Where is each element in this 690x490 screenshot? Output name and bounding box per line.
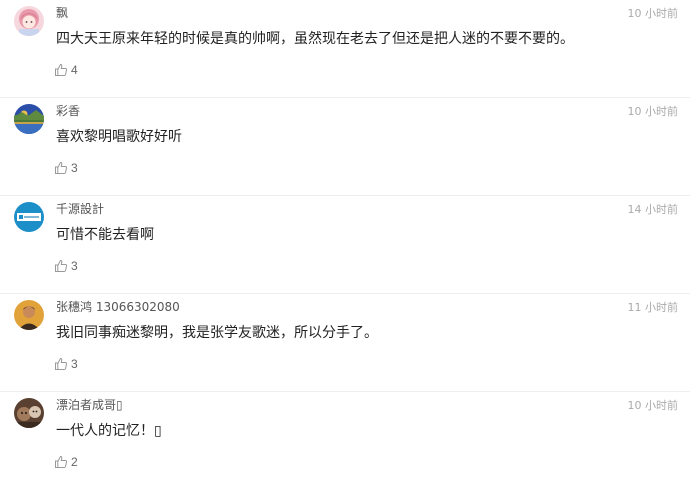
like-count: 3 <box>71 161 78 175</box>
comment-timestamp: 11 小时前 <box>627 301 679 314</box>
comment-item: 飘 10 小时前 四大天王原来年轻的时候是真的帅啊，虽然现在老去了但还是把人迷的… <box>0 0 690 98</box>
comment-item: 彩香 10 小时前 喜欢黎明唱歌好好听 3 <box>0 98 690 196</box>
pink-hair-girl-avatar[interactable] <box>14 6 44 36</box>
like-button[interactable]: 3 <box>54 160 78 176</box>
thumbs-up-icon <box>55 259 68 272</box>
thumbs-up-icon <box>55 63 68 76</box>
like-count: 2 <box>71 455 78 469</box>
comment-item: 张穗鸿 13066302080 11 小时前 我旧同事痴迷黎明，我是张学友歌迷，… <box>0 294 690 392</box>
comment-username[interactable]: 张穗鸿 13066302080 <box>56 298 180 315</box>
landscape-avatar[interactable] <box>14 104 44 134</box>
comment-timestamp: 14 小时前 <box>627 203 679 216</box>
comment-username[interactable]: 漂泊者成哥▯ <box>56 396 123 413</box>
thumbs-up-icon <box>55 455 68 468</box>
thumbs-up-icon <box>55 161 68 174</box>
like-button[interactable]: 3 <box>54 258 78 274</box>
like-count: 4 <box>71 63 78 77</box>
comment-text: 一代人的记忆！▯ <box>56 423 162 439</box>
comment-timestamp: 10 小时前 <box>627 399 679 412</box>
comment-username[interactable]: 千源設計 <box>56 200 104 217</box>
comment-item: 漂泊者成哥▯ 10 小时前 一代人的记忆！▯ 2 <box>0 392 690 490</box>
like-button[interactable]: 3 <box>54 356 78 372</box>
comment-item: 千源設計 14 小时前 可惜不能去看啊 3 <box>0 196 690 294</box>
comment-username[interactable]: 飘 <box>56 4 68 21</box>
portrait-avatar[interactable] <box>14 300 44 330</box>
comment-text: 我旧同事痴迷黎明，我是张学友歌迷，所以分手了。 <box>56 325 378 341</box>
comment-timestamp: 10 小时前 <box>627 7 679 20</box>
comment-text: 可惜不能去看啊 <box>56 227 154 243</box>
like-count: 3 <box>71 259 78 273</box>
comment-timestamp: 10 小时前 <box>627 105 679 118</box>
like-button[interactable]: 2 <box>54 454 78 470</box>
comment-text: 喜欢黎明唱歌好好听 <box>56 129 182 145</box>
like-button[interactable]: 4 <box>54 62 78 78</box>
comment-username[interactable]: 彩香 <box>56 102 80 119</box>
animals-avatar[interactable] <box>14 398 44 428</box>
comment-text: 四大天王原来年轻的时候是真的帅啊，虽然现在老去了但还是把人迷的不要不要的。 <box>56 31 574 47</box>
like-count: 3 <box>71 357 78 371</box>
logo-avatar[interactable] <box>14 202 44 232</box>
thumbs-up-icon <box>55 357 68 370</box>
